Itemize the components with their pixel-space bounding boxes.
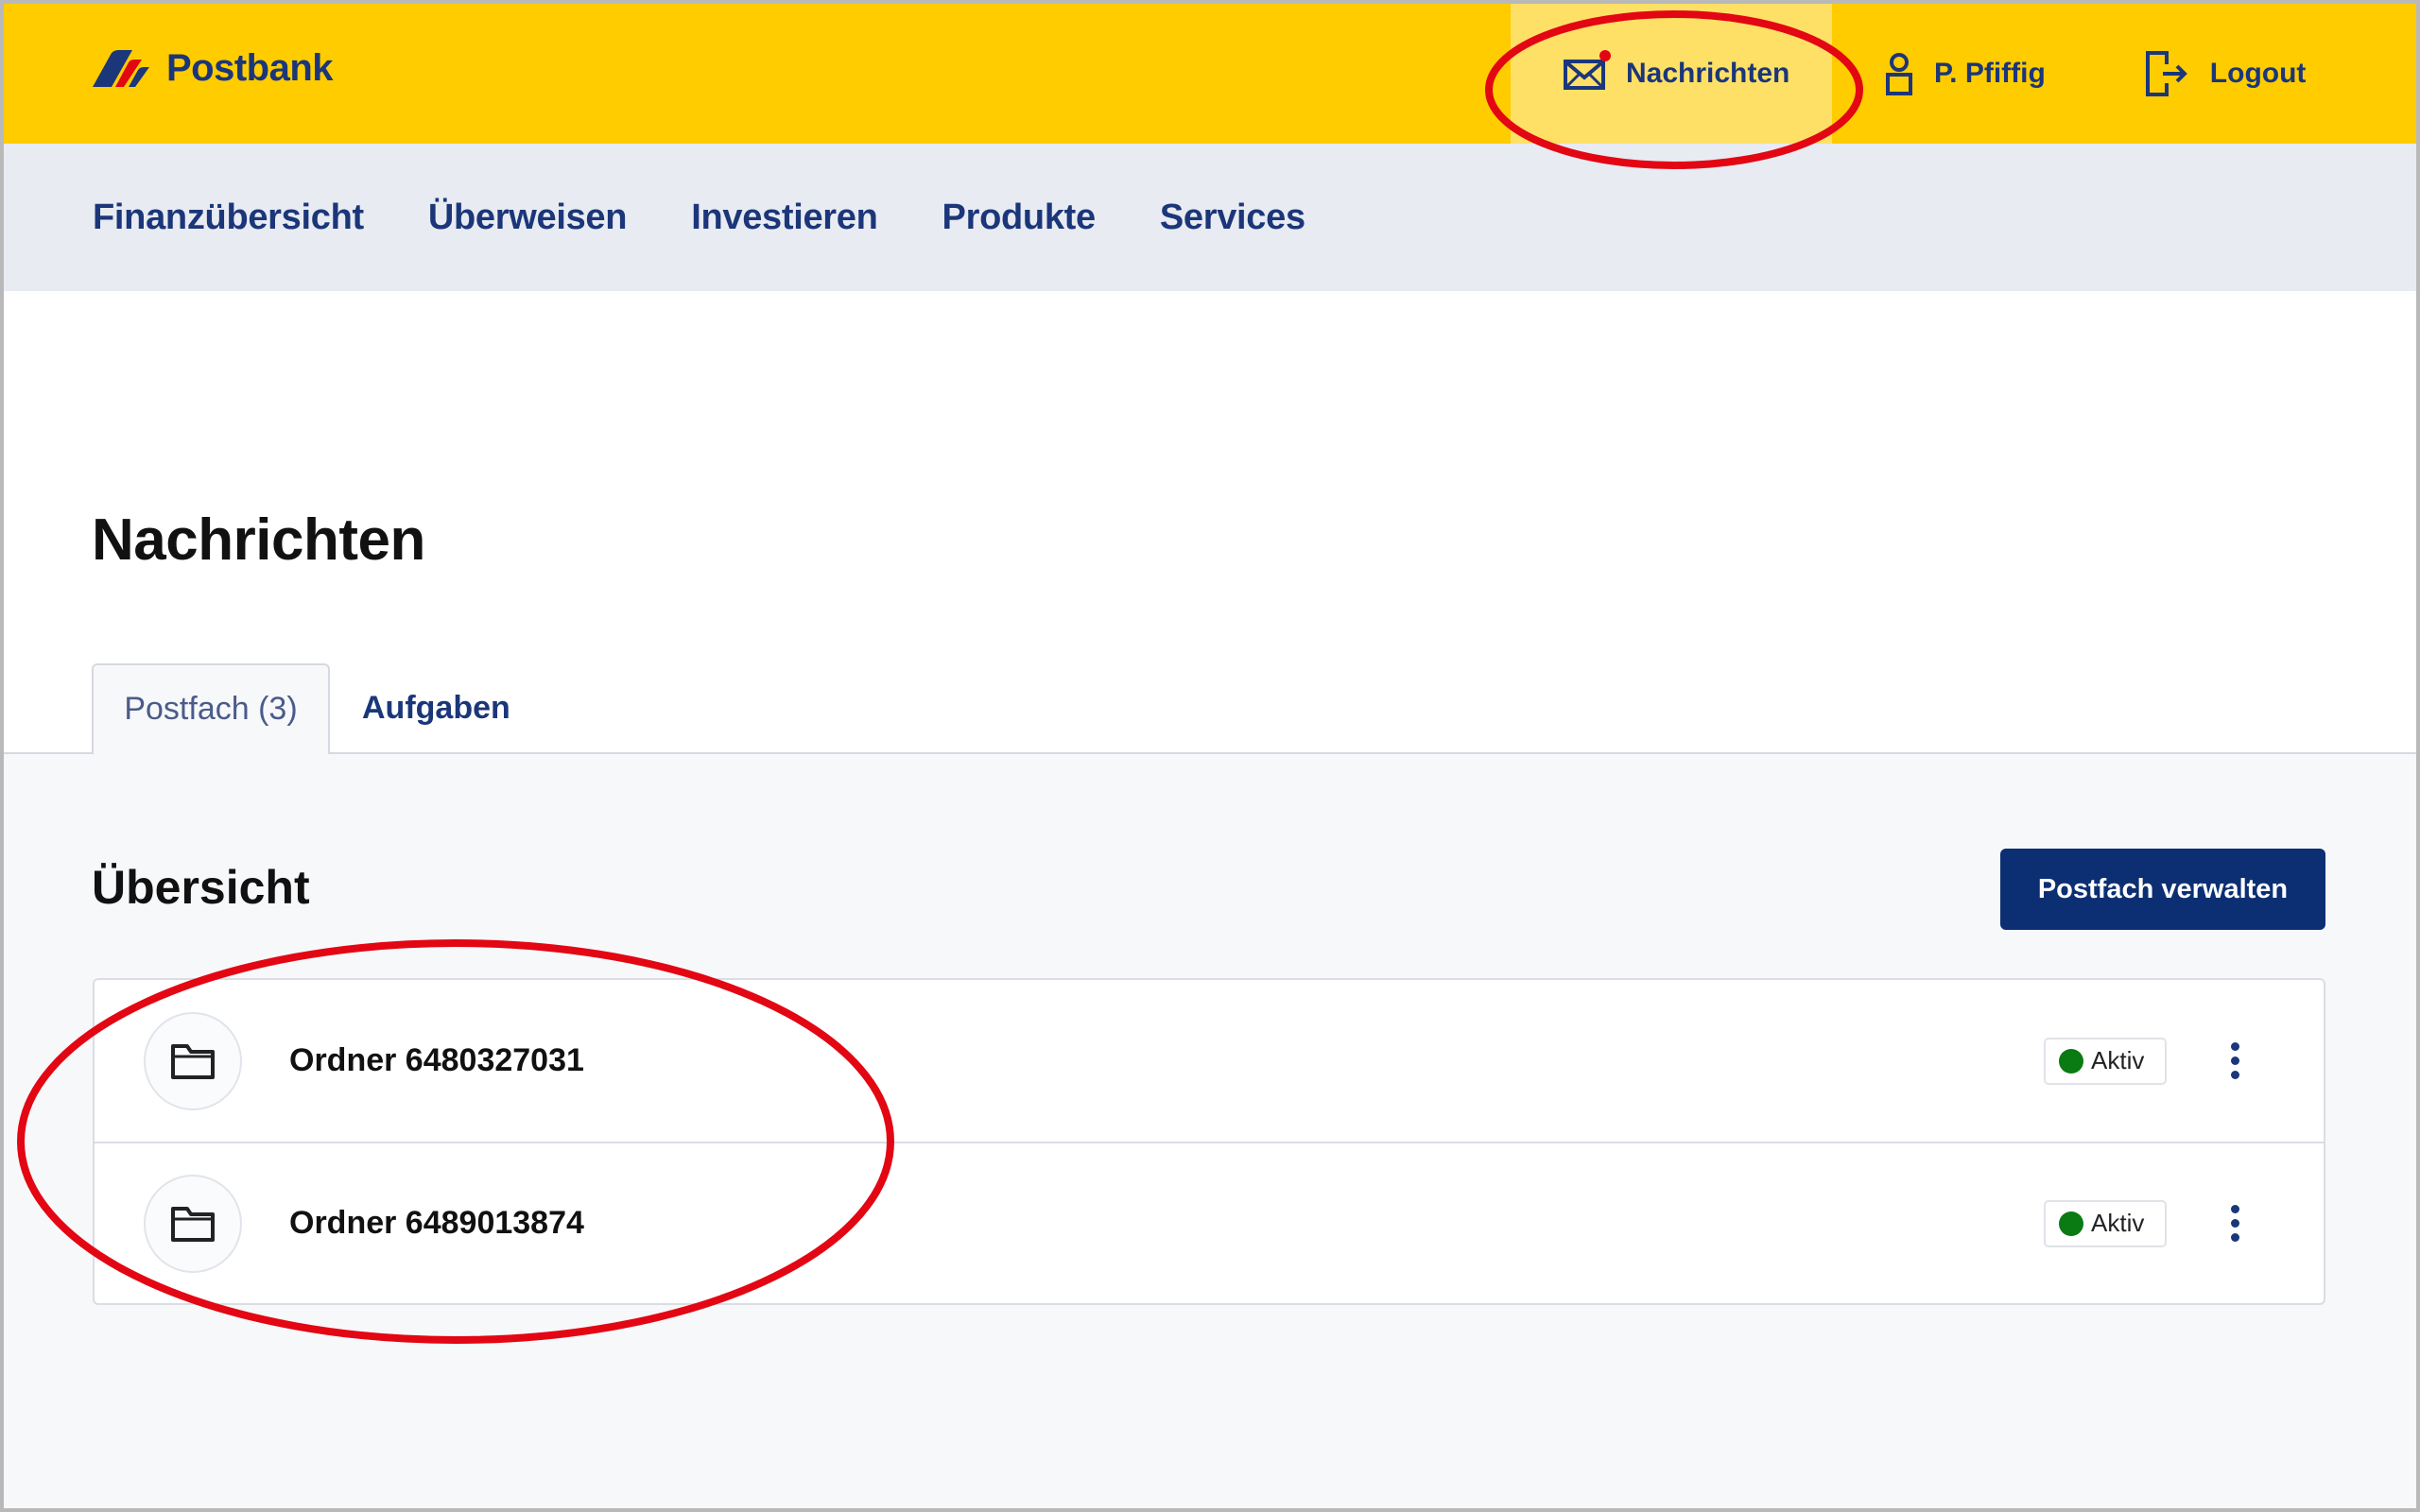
folder-name[interactable]: Ordner 6489013874 [289,1205,584,1242]
nav-produkte[interactable]: Produkte [942,198,1097,238]
notification-dot [1599,50,1611,61]
postbank-logo[interactable]: Postbank [91,47,334,90]
header-logout-label: Logout [2209,58,2307,89]
tabs: Postfach (3) Aufgaben [92,663,510,753]
logout-icon [2145,51,2189,96]
header-user[interactable]: P. Pfiffig [1885,4,2046,144]
top-header: Postbank Nachrichten P. Pfiffig Logout [4,4,2416,144]
more-options-icon[interactable] [2218,1033,2252,1090]
folder-row[interactable]: Ordner 6489013874 Aktiv [95,1142,2324,1303]
envelope-icon [1564,50,1611,90]
folder-icon [144,1174,242,1273]
tab-aufgaben[interactable]: Aufgaben [330,663,510,753]
header-user-label: P. Pfiffig [1934,58,2046,89]
status-dot-icon [2059,1211,2083,1236]
overview-title: Übersicht [92,861,310,914]
more-options-icon[interactable] [2218,1195,2252,1252]
manage-postfach-button[interactable]: Postfach verwalten [2000,849,2325,930]
status-badge: Aktiv [2044,1037,2167,1085]
nav-services[interactable]: Services [1160,198,1305,238]
nav-investieren[interactable]: Investieren [691,198,878,238]
header-logout[interactable]: Logout [2145,4,2307,144]
page-frame: Postbank Nachrichten P. Pfiffig Logout F… [4,4,2416,1508]
active-tab-connector [94,752,328,754]
user-icon [1885,52,1913,95]
header-actions: Nachrichten P. Pfiffig Logout [1511,4,2306,144]
header-nachrichten-label: Nachrichten [1626,58,1790,89]
header-nachrichten[interactable]: Nachrichten [1511,4,1832,144]
folder-list: Ordner 6480327031 Aktiv Ordner 648901387… [93,978,2325,1305]
status-dot-icon [2059,1048,2083,1074]
folder-name[interactable]: Ordner 6480327031 [289,1042,584,1079]
page-title: Nachrichten [92,507,425,573]
folder-row[interactable]: Ordner 6480327031 Aktiv [95,980,2324,1142]
folder-icon [144,1011,242,1110]
status-label: Aktiv [2091,1046,2145,1074]
nav-finanzuebersicht[interactable]: Finanzübersicht [93,198,364,238]
status-label: Aktiv [2091,1209,2145,1237]
postbank-logo-icon [93,49,149,87]
main-nav: Finanzübersicht Überweisen Investieren P… [4,144,2416,291]
status-badge: Aktiv [2044,1199,2167,1247]
brand-name: Postbank [166,47,334,89]
nav-ueberweisen[interactable]: Überweisen [428,198,628,238]
tab-postfach[interactable]: Postfach (3) [92,663,330,753]
